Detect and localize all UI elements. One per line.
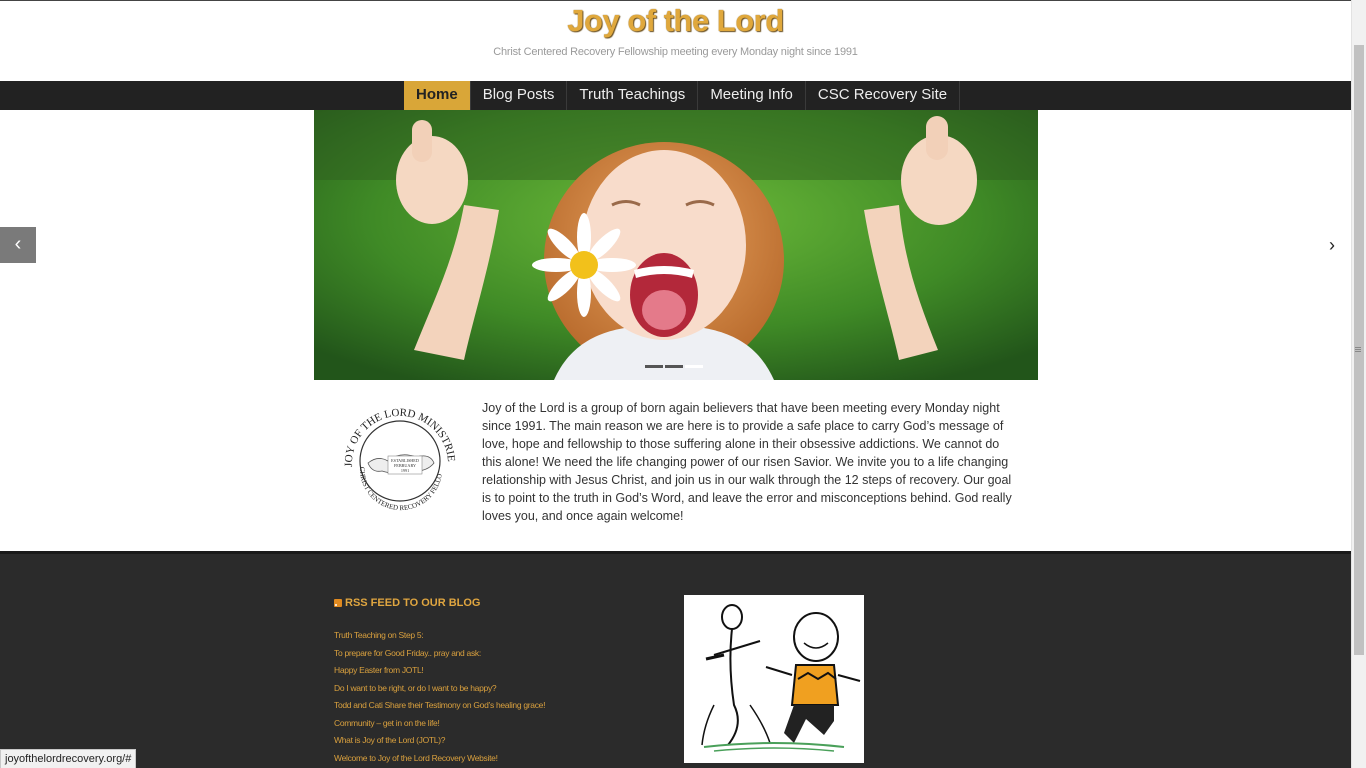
slider-pagination [645,365,703,368]
rss-feed-list: Truth Teaching on Step 5: To prepare for… [334,630,545,768]
logo-year: 1991 [401,468,409,473]
main-navigation: Home Blog Posts Truth Teachings Meeting … [0,81,1351,110]
hero-slider[interactable] [314,110,1038,380]
dancing-cartoon-image [684,595,864,763]
nav-item-truth-teachings[interactable]: Truth Teachings [567,81,699,110]
rss-item[interactable]: To prepare for Good Friday.. pray and as… [334,648,545,666]
chevron-right-icon[interactable]: › [1320,233,1344,257]
nav-item-blog-posts[interactable]: Blog Posts [471,81,568,110]
rss-item[interactable]: Happy Easter from JOTL! [334,665,545,683]
chevron-left-icon[interactable]: ‹ [0,227,36,263]
site-tagline: Christ Centered Recovery Fellowship meet… [493,46,858,58]
slider-dot[interactable] [665,365,683,368]
slider-dot-active[interactable] [685,365,703,368]
rss-item[interactable]: Community – get in on the life! [334,718,545,736]
site-title[interactable]: Joy of the Lord [0,3,1351,39]
scrollbar-grip-icon [1355,347,1361,352]
rss-heading[interactable]: RSS FEED TO OUR BLOG [334,597,480,609]
slide-image-laughing-girl [314,110,1038,380]
rss-icon [334,599,342,607]
nav-menu: Home Blog Posts Truth Teachings Meeting … [404,81,961,110]
vertical-scrollbar[interactable] [1351,0,1366,768]
status-bar-url: joyofthelordrecovery.org/# [0,749,137,768]
rss-item[interactable]: Do I want to be right, or do I want to b… [334,683,545,701]
rss-heading-label: RSS FEED TO OUR BLOG [345,597,481,609]
rss-item[interactable]: Welcome to Joy of the Lord Recovery Webs… [334,753,545,768]
page: Joy of the Lord Christ Centered Recovery… [0,0,1351,768]
ministry-logo: JOY OF THE LORD MINISTRIES CHRIST CENTER… [338,401,457,512]
rss-item[interactable]: Truth Teaching on Step 5: [334,630,545,648]
rss-item[interactable]: Todd and Cati Share their Testimony on G… [334,700,545,718]
nav-item-home[interactable]: Home [404,81,471,110]
slider-dot[interactable] [645,365,663,368]
rss-item[interactable]: What is Joy of the Lord (JOTL)? [334,735,545,753]
nav-item-meeting-info[interactable]: Meeting Info [698,81,806,110]
nav-item-csc-recovery-site[interactable]: CSC Recovery Site [806,81,961,110]
intro-paragraph: Joy of the Lord is a group of born again… [482,401,1012,523]
site-footer: RSS FEED TO OUR BLOG Truth Teaching on S… [0,551,1351,768]
